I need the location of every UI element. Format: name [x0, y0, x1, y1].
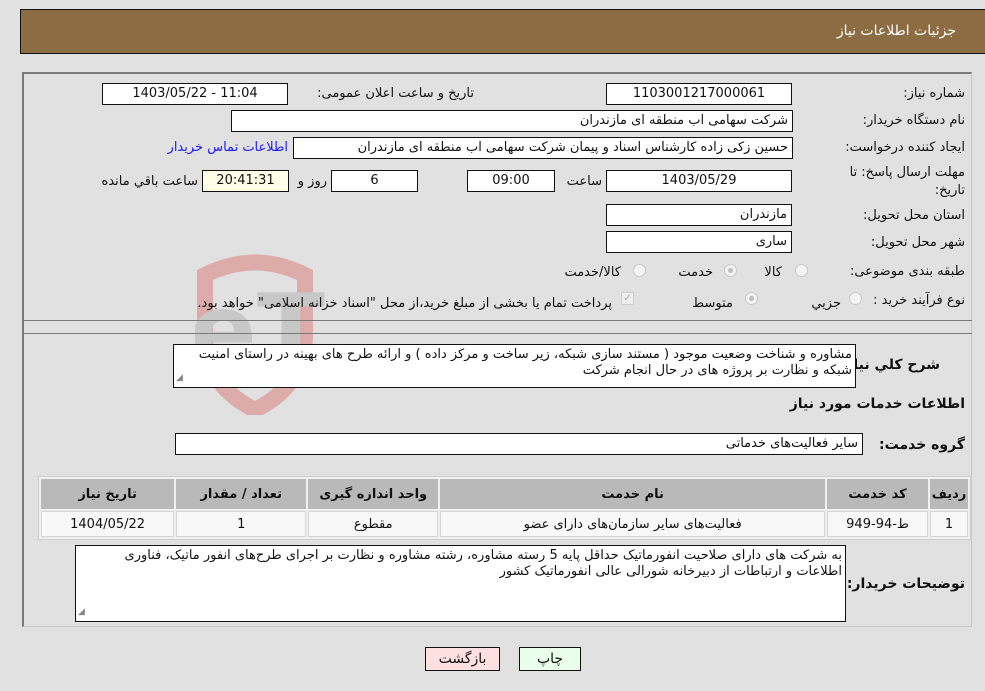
category-label: طبقه بندی موضوعی: — [849, 264, 965, 279]
buyer-notes-label: توضیحات خریدار: — [846, 576, 965, 592]
buyer-org-field: شرکت سهامی اب منطقه ای مازندران — [231, 110, 793, 132]
table-row: 1 ط-94-949 فعالیت‌های سایر سازمان‌های دا… — [41, 511, 968, 537]
print-button[interactable]: چاپ — [519, 647, 581, 671]
col-row-number: ردیف — [930, 479, 968, 509]
category-option-goods: کالا — [764, 265, 782, 280]
col-need-date: تاریخ نیاز — [41, 479, 175, 509]
province-field: مازندران — [606, 204, 792, 226]
divider — [22, 320, 972, 321]
services-section-title: اطلاعات خدمات مورد نیاز — [789, 396, 965, 412]
resize-grip-icon[interactable]: ◢ — [78, 604, 85, 620]
category-radio-service[interactable] — [724, 264, 737, 277]
buyer-contact-link[interactable]: اطلاعات تماس خریدار — [168, 140, 288, 155]
divider — [22, 333, 972, 334]
deadline-date-field: 1403/05/29 — [606, 170, 792, 192]
remaining-time-label: ساعت باقي مانده — [101, 174, 198, 189]
service-group-field: سایر فعالیت‌های خدماتی — [175, 433, 863, 455]
days-remaining-field: 6 — [331, 170, 418, 192]
category-option-service: خدمت — [678, 265, 713, 280]
buyer-notes-text: به شرکت های دارای صلاحیت انفورماتیک حداق… — [124, 548, 842, 579]
need-number-label: شماره نیاز: — [903, 86, 965, 101]
deadline-label-date: تاریخ: — [934, 183, 965, 198]
payment-checkbox[interactable]: ✓ — [621, 292, 634, 305]
cell-need-date: 1404/05/22 — [41, 511, 175, 537]
col-quantity: تعداد / مقدار — [176, 479, 307, 509]
province-label: استان محل تحویل: — [863, 208, 965, 223]
cell-service-code: ط-94-949 — [827, 511, 928, 537]
category-radio-goods[interactable] — [795, 264, 808, 277]
back-button[interactable]: بازگشت — [425, 647, 500, 671]
col-service-code: کد خدمت — [827, 479, 928, 509]
table-header-row: ردیف کد خدمت نام خدمت واحد اندازه گیری ت… — [41, 479, 968, 509]
deadline-time-label: ساعت — [566, 174, 602, 189]
announce-date-label: تاریخ و ساعت اعلان عمومی: — [317, 86, 474, 101]
page-header: جزئیات اطلاعات نیاز — [20, 9, 985, 54]
purchase-option-medium: متوسط — [692, 296, 733, 311]
deadline-time-field: 09:00 — [467, 170, 555, 192]
city-label: شهر محل تحویل: — [870, 235, 965, 250]
services-table: ردیف کد خدمت نام خدمت واحد اندازه گیری ت… — [38, 476, 971, 540]
page-title: جزئیات اطلاعات نیاز — [836, 23, 956, 39]
purchase-type-label: نوع فرآیند خرید : — [873, 293, 965, 308]
col-service-name: نام خدمت — [440, 479, 826, 509]
payment-note: پرداخت تمام یا بخشی از مبلغ خرید،از محل … — [197, 296, 612, 311]
buyer-notes-textarea[interactable]: به شرکت های دارای صلاحیت انفورماتیک حداق… — [75, 545, 846, 622]
days-label: روز و — [297, 174, 327, 189]
cell-quantity: 1 — [176, 511, 307, 537]
need-number-field: 1103001217000061 — [606, 83, 792, 105]
creator-field: حسین زکی زاده کارشناس اسناد و پیمان شرکت… — [293, 137, 793, 159]
cell-unit: مقطوع — [308, 511, 439, 537]
announce-date-field: 1403/05/22 - 11:04 — [102, 83, 288, 105]
category-radio-goods-service[interactable] — [633, 264, 646, 277]
resize-grip-icon[interactable]: ◢ — [176, 370, 183, 386]
city-field: ساری — [606, 231, 792, 253]
cell-row-number: 1 — [930, 511, 968, 537]
purchase-radio-minor[interactable] — [849, 292, 862, 305]
buyer-org-label: نام دستگاه خریدار: — [862, 113, 965, 128]
purchase-option-minor: جزيي — [811, 296, 841, 311]
service-group-label: گروه خدمت: — [879, 437, 965, 453]
description-textarea[interactable]: مشاوره و شناخت وضعیت موجود ( مستند سازی … — [173, 344, 856, 388]
remaining-time-field: 20:41:31 — [202, 170, 289, 192]
deadline-label: مهلت ارسال پاسخ: تا — [849, 165, 965, 180]
purchase-radio-medium[interactable] — [745, 292, 758, 305]
col-unit: واحد اندازه گیری — [308, 479, 439, 509]
category-option-goods-service: کالا/خدمت — [564, 265, 621, 280]
creator-label: ایجاد کننده درخواست: — [845, 140, 965, 155]
cell-service-name: فعالیت‌های سایر سازمان‌های دارای عضو — [440, 511, 826, 537]
description-text: مشاوره و شناخت وضعیت موجود ( مستند سازی … — [198, 347, 852, 378]
